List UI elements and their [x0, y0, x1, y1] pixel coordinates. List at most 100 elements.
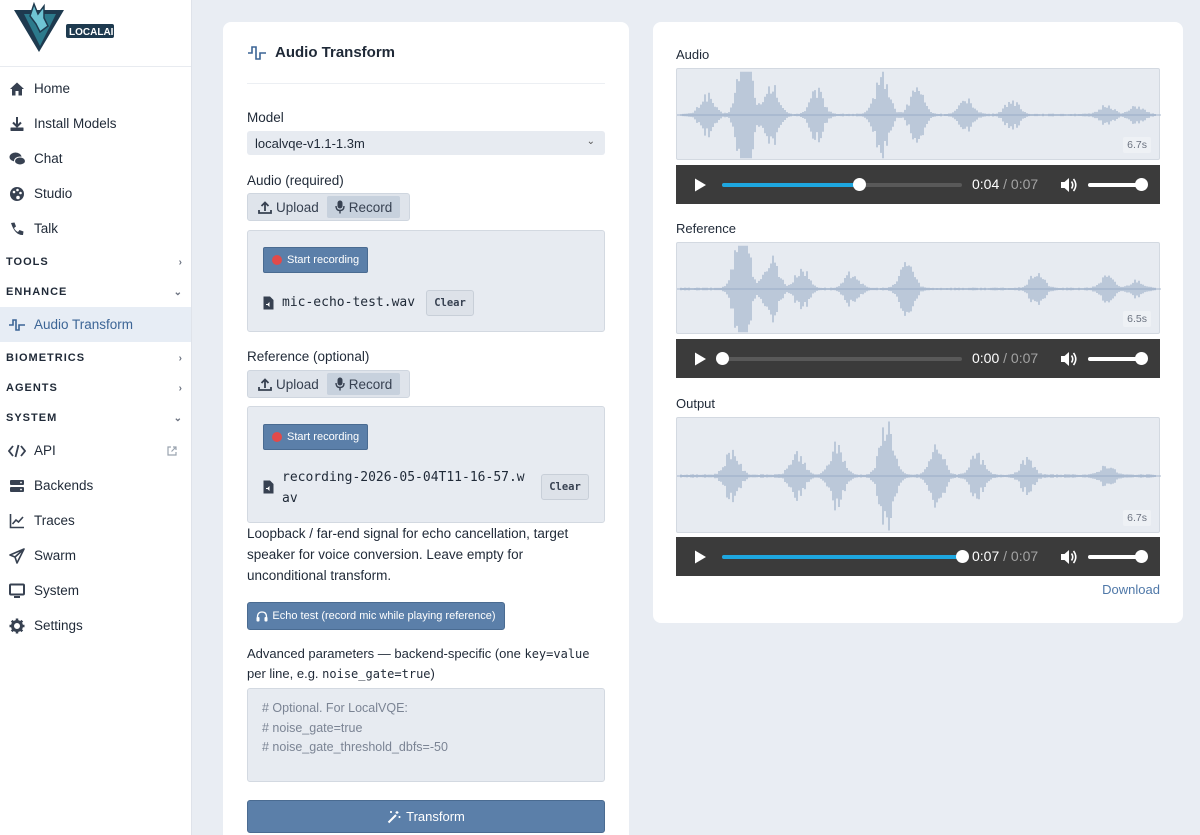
volume-handle[interactable]: [1135, 550, 1148, 563]
volume-icon[interactable]: [1060, 176, 1078, 194]
volume-handle[interactable]: [1135, 178, 1148, 191]
reference-file-name: recording-2026-05-04T11-16-57.w av: [263, 467, 525, 509]
sidebar-item-settings[interactable]: Settings: [0, 608, 191, 643]
section-label: BIOMETRICS: [6, 352, 86, 364]
microphone-icon: [335, 200, 345, 214]
chart-line-icon: [8, 512, 26, 530]
chevron-right-icon: ›: [178, 382, 183, 394]
reference-source-toggle: Upload Record: [247, 370, 410, 398]
current-time: 0:00: [972, 350, 1000, 366]
sidebar-item-home[interactable]: Home: [0, 71, 191, 106]
button-label: Clear: [434, 297, 466, 309]
seek-bar[interactable]: [722, 550, 969, 563]
volume-slider[interactable]: [1088, 550, 1148, 563]
volume-icon[interactable]: [1060, 548, 1078, 566]
desktop-icon: [8, 582, 26, 600]
sidebar-item-swarm[interactable]: Swarm: [0, 538, 191, 573]
audio-record-tab[interactable]: Record: [326, 196, 401, 218]
time-separator: /: [1003, 548, 1008, 564]
sidebar-item-api[interactable]: API: [0, 433, 191, 468]
phone-icon: [8, 220, 26, 238]
download-link[interactable]: Download: [1102, 582, 1160, 597]
output-waveform[interactable]: 6.7s: [676, 417, 1161, 533]
play-icon[interactable]: [692, 351, 708, 367]
sidebar-item-label: Install Models: [34, 116, 117, 131]
audio-upload-tab[interactable]: Upload: [250, 196, 327, 218]
audio-source-toggle: Upload Record: [247, 193, 410, 221]
model-select[interactable]: localvqe-v1.1-1.3m ⌄: [247, 131, 605, 155]
total-time: 0:07: [1010, 350, 1039, 366]
sidebar-item-audio-transform[interactable]: Audio Transform: [0, 307, 191, 342]
time-separator: /: [1003, 350, 1008, 366]
section-label: TOOLS: [6, 256, 49, 268]
sidebar-item-studio[interactable]: Studio: [0, 176, 191, 211]
label-text: per line, e.g.: [247, 666, 323, 681]
button-label: Start recording: [287, 254, 360, 266]
audio-waveform[interactable]: 6.7s: [676, 68, 1161, 160]
section-agents[interactable]: AGENTS ›: [0, 373, 191, 403]
sidebar-item-label: Settings: [34, 618, 83, 633]
volume-slider[interactable]: [1088, 352, 1148, 365]
sidebar-item-traces[interactable]: Traces: [0, 503, 191, 538]
reference-record-tab[interactable]: Record: [326, 373, 401, 395]
seek-bar[interactable]: [722, 178, 962, 191]
sidebar-item-chat[interactable]: Chat: [0, 141, 191, 176]
transform-button[interactable]: Transform: [247, 800, 605, 833]
reference-label: Reference (optional): [247, 349, 370, 364]
sidebar-item-install-models[interactable]: Install Models: [0, 106, 191, 141]
reference-recorder-panel: Start recording recording-2026-05-04T11-…: [247, 406, 605, 523]
time-separator: /: [1003, 176, 1008, 192]
file-name-line: recording-2026-05-04T11-16-57.w: [282, 470, 525, 485]
waveform-bars: [677, 245, 1161, 333]
button-label: Transform: [406, 809, 465, 824]
section-biometrics[interactable]: BIOMETRICS ›: [0, 343, 191, 373]
seek-handle[interactable]: [852, 178, 866, 191]
sidebar-item-label: Studio: [34, 186, 73, 201]
sidebar-item-backends[interactable]: Backends: [0, 468, 191, 503]
volume-icon[interactable]: [1060, 350, 1078, 368]
waveform-bars: [677, 421, 1161, 531]
output-result-label: Output: [676, 396, 716, 411]
section-enhance[interactable]: ENHANCE ⌄: [0, 277, 191, 307]
chevron-down-icon: ⌄: [173, 286, 183, 298]
volume-handle[interactable]: [1135, 352, 1148, 365]
logo[interactable]: LOCALAI: [0, 0, 191, 67]
seek-handle[interactable]: [956, 550, 969, 563]
results-card: Audio 6.7s 0:04 / 0:07 Reference 6.5s 0:…: [653, 22, 1183, 623]
sidebar-item-talk[interactable]: Talk: [0, 211, 191, 246]
chevron-down-icon: ⌄: [173, 412, 183, 424]
advanced-params-textarea[interactable]: # Optional. For LocalVQE: # noise_gate=t…: [247, 688, 605, 782]
echo-test-button[interactable]: Echo test (record mic while playing refe…: [247, 602, 505, 630]
current-time: 0:07: [972, 548, 1000, 564]
total-time: 0:07: [1010, 548, 1039, 564]
waveform-icon: [248, 45, 266, 60]
tab-label: Upload: [276, 376, 319, 392]
play-icon[interactable]: [692, 177, 708, 193]
sidebar-item-label: Backends: [34, 478, 94, 493]
reference-upload-tab[interactable]: Upload: [250, 373, 327, 395]
seek-bar[interactable]: [716, 352, 962, 365]
reference-waveform[interactable]: 6.5s: [676, 242, 1161, 334]
model-select-value: localvqe-v1.1-1.3m: [255, 136, 365, 151]
audio-clear-button[interactable]: Clear: [426, 290, 474, 316]
seek-handle[interactable]: [716, 352, 729, 365]
sidebar-item-system[interactable]: System: [0, 573, 191, 608]
section-system[interactable]: SYSTEM ⌄: [0, 403, 191, 433]
reference-start-recording-button[interactable]: Start recording: [263, 424, 369, 450]
sidebar-item-label: Swarm: [34, 548, 77, 563]
chevron-right-icon: ›: [178, 352, 183, 364]
paper-plane-icon: [8, 547, 26, 565]
download-icon: [8, 115, 26, 133]
upload-icon: [258, 200, 272, 214]
reference-clear-button[interactable]: Clear: [541, 474, 589, 500]
chevron-right-icon: ›: [178, 256, 183, 268]
play-icon[interactable]: [692, 549, 708, 565]
audio-start-recording-button[interactable]: Start recording: [263, 247, 369, 273]
tab-label: Upload: [276, 199, 319, 215]
chevron-down-icon: ⌄: [586, 136, 595, 147]
section-tools[interactable]: TOOLS ›: [0, 247, 191, 277]
gear-icon: [8, 617, 26, 635]
volume-slider[interactable]: [1088, 178, 1148, 191]
section-label: SYSTEM: [6, 412, 58, 424]
reference-player: 0:00 / 0:07: [676, 339, 1160, 378]
